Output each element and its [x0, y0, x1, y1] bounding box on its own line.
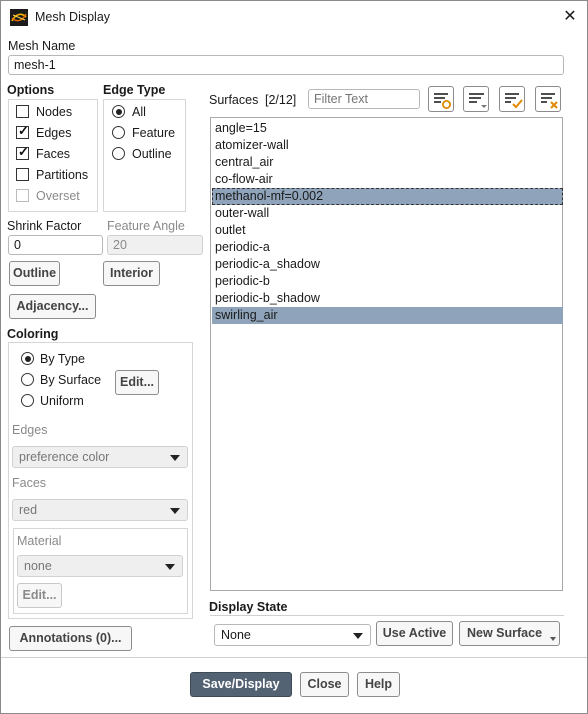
- deselect-all-icon: [541, 93, 558, 109]
- partitions-label: Partitions: [36, 168, 89, 182]
- fluent-app-icon: [10, 9, 28, 26]
- edge-outline-label: Outline: [132, 147, 172, 161]
- options-label: Options: [7, 83, 55, 97]
- display-state-select[interactable]: None: [214, 624, 371, 646]
- select-by-filter-button[interactable]: [428, 86, 454, 112]
- new-surface-label: New Surface: [466, 626, 543, 640]
- material-select[interactable]: none: [17, 555, 183, 577]
- edges-color-label: Edges: [12, 423, 48, 437]
- title-bar[interactable]: Mesh Display ✕: [1, 1, 587, 34]
- display-state-divider: [210, 615, 564, 616]
- surface-list-item[interactable]: periodic-b_shadow: [212, 290, 563, 307]
- outline-button[interactable]: Outline: [9, 261, 60, 286]
- edge-feature-radio[interactable]: [112, 126, 125, 139]
- feature-angle-input[interactable]: 20: [107, 235, 203, 255]
- faces-color-value: red: [19, 503, 38, 517]
- display-state-label: Display State: [209, 600, 288, 614]
- edge-outline-radio[interactable]: [112, 147, 125, 160]
- nodes-checkbox[interactable]: [16, 105, 29, 118]
- close-button[interactable]: Close: [300, 672, 349, 697]
- select-all-button[interactable]: [499, 86, 525, 112]
- edges-color-value: preference color: [19, 450, 110, 464]
- chevron-down-icon: [165, 564, 175, 570]
- chevron-down-icon: [170, 455, 180, 461]
- faces-color-label: Faces: [12, 476, 47, 490]
- surface-list-item[interactable]: outer-wall: [212, 205, 563, 222]
- window-title: Mesh Display: [35, 10, 111, 24]
- surface-list-item[interactable]: angle=15: [212, 120, 563, 137]
- edge-all-label: All: [132, 105, 146, 119]
- edges-color-select[interactable]: preference color: [12, 446, 188, 468]
- coloring-label: Coloring: [7, 327, 59, 341]
- edges-option-label: Edges: [36, 126, 72, 140]
- edge-all-radio[interactable]: [112, 105, 125, 118]
- surface-list-item[interactable]: outlet: [212, 222, 563, 239]
- coloring-edit-button[interactable]: Edit...: [115, 370, 159, 395]
- surface-filter-input[interactable]: [308, 89, 420, 109]
- sort-list-icon: [469, 93, 487, 108]
- surface-list-item[interactable]: atomizer-wall: [212, 137, 563, 154]
- adjacency-button[interactable]: Adjacency...: [9, 294, 96, 319]
- shrink-factor-label: Shrink Factor: [7, 219, 82, 233]
- interior-button[interactable]: Interior: [103, 261, 160, 286]
- chevron-down-icon: [353, 633, 363, 639]
- sort-list-button[interactable]: [463, 86, 489, 112]
- surface-list-item[interactable]: methanol-mf=0.002: [212, 188, 563, 205]
- select-all-icon: [505, 93, 523, 109]
- use-active-button[interactable]: Use Active: [376, 621, 453, 646]
- coloring-uniform-label: Uniform: [40, 394, 84, 408]
- surface-list-item[interactable]: swirling_air: [212, 307, 563, 324]
- faces-option-label: Faces: [36, 147, 71, 161]
- overset-checkbox[interactable]: [16, 189, 29, 202]
- coloring-by-surface-label: By Surface: [40, 373, 102, 387]
- material-label: Material: [17, 534, 62, 548]
- coloring-uniform-radio[interactable]: [21, 394, 34, 407]
- mesh-display-dialog: Mesh Display ✕ Mesh Name mesh-1 Options …: [0, 0, 588, 714]
- surface-list-item[interactable]: central_air: [212, 154, 563, 171]
- surfaces-list[interactable]: angle=15 atomizer-wall central_air co-fl…: [210, 117, 563, 591]
- material-edit-button[interactable]: Edit...: [17, 583, 62, 608]
- chevron-down-icon: [170, 508, 180, 514]
- surfaces-count: [2/12]: [265, 93, 297, 107]
- partitions-checkbox[interactable]: [16, 168, 29, 181]
- feature-angle-label: Feature Angle: [107, 219, 185, 233]
- edge-type-label: Edge Type: [103, 83, 166, 97]
- new-surface-button[interactable]: New Surface: [459, 621, 560, 646]
- display-state-value: None: [221, 628, 251, 642]
- surface-list-item[interactable]: co-flow-air: [212, 171, 563, 188]
- annotations-button[interactable]: Annotations (0)...: [9, 626, 132, 651]
- coloring-by-surface-radio[interactable]: [21, 373, 34, 386]
- select-by-filter-icon: [434, 93, 451, 109]
- close-icon[interactable]: ✕: [560, 8, 580, 28]
- mesh-name-label: Mesh Name: [8, 39, 76, 53]
- faces-checkbox[interactable]: [16, 144, 29, 160]
- surface-list-item[interactable]: periodic-a_shadow: [212, 256, 563, 273]
- nodes-label: Nodes: [36, 105, 73, 119]
- surfaces-label: Surfaces: [209, 93, 259, 107]
- coloring-by-type-radio[interactable]: [21, 352, 34, 365]
- mesh-name-input[interactable]: mesh-1: [8, 55, 564, 75]
- dropdown-arrow-icon: [550, 637, 556, 641]
- surface-list-item[interactable]: periodic-a: [212, 239, 563, 256]
- save-display-button[interactable]: Save/Display: [190, 672, 292, 697]
- edge-feature-label: Feature: [132, 126, 176, 140]
- shrink-factor-input[interactable]: 0: [8, 235, 103, 255]
- footer-divider: [1, 657, 587, 658]
- deselect-all-button[interactable]: [535, 86, 561, 112]
- faces-color-select[interactable]: red: [12, 499, 188, 521]
- help-button[interactable]: Help: [357, 672, 400, 697]
- edges-checkbox[interactable]: [16, 123, 29, 139]
- overset-label: Overset: [36, 189, 80, 203]
- surface-list-item[interactable]: periodic-b: [212, 273, 563, 290]
- material-value: none: [24, 559, 52, 573]
- coloring-by-type-label: By Type: [40, 352, 85, 366]
